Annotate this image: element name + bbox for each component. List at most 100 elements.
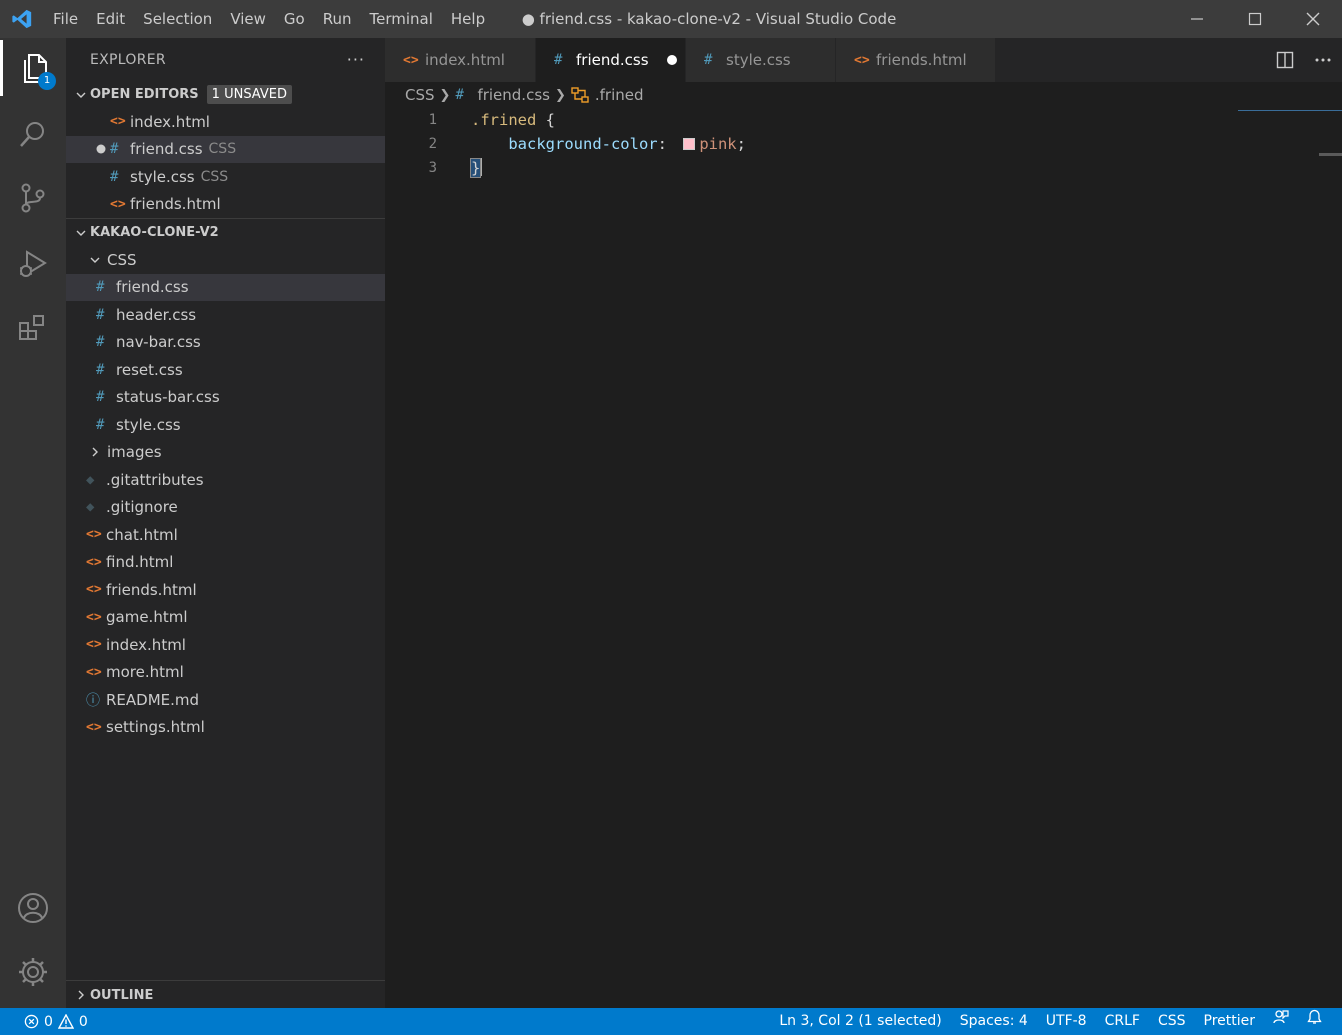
activity-accounts[interactable] bbox=[0, 880, 66, 936]
open-editor-item[interactable]: # style.css CSS bbox=[66, 163, 385, 191]
menu-go[interactable]: Go bbox=[275, 0, 314, 38]
problems-indicator[interactable]: 0 0 bbox=[0, 1014, 88, 1030]
folder-css[interactable]: CSS bbox=[66, 246, 385, 274]
window-controls bbox=[1168, 0, 1342, 38]
css-file-icon: # bbox=[96, 279, 105, 296]
open-editor-item[interactable]: <> friends.html bbox=[66, 191, 385, 219]
activity-manage[interactable] bbox=[0, 944, 66, 1000]
error-icon bbox=[24, 1014, 39, 1029]
menu-view[interactable]: View bbox=[221, 0, 275, 38]
unsaved-dot-icon[interactable] bbox=[92, 144, 110, 154]
more-actions-button[interactable] bbox=[1304, 38, 1342, 82]
activity-run-debug[interactable] bbox=[0, 236, 66, 292]
breadcrumb-folder[interactable]: CSS bbox=[405, 86, 435, 104]
formatter[interactable]: Prettier bbox=[1195, 1008, 1265, 1035]
outline-label: OUTLINE bbox=[90, 987, 154, 1003]
tree-file[interactable]: ◆ .gitattributes bbox=[66, 466, 385, 494]
git-file-icon: ◆ bbox=[86, 499, 95, 516]
minimize-icon bbox=[1191, 18, 1203, 20]
tree-file-active[interactable]: # friend.css bbox=[66, 273, 385, 301]
color-swatch[interactable] bbox=[683, 138, 696, 150]
activity-search[interactable] bbox=[0, 106, 66, 162]
code-lines[interactable]: .frined { background-color: pink; } bbox=[469, 108, 746, 180]
tree-file[interactable]: <> chat.html bbox=[66, 521, 385, 549]
language-mode[interactable]: CSS bbox=[1149, 1008, 1195, 1035]
html-file-icon: <> bbox=[110, 196, 126, 212]
line-number: 3 bbox=[428, 160, 437, 176]
title-bar: File Edit Selection View Go Run Terminal… bbox=[0, 0, 1342, 38]
tree-file[interactable]: <> friends.html bbox=[66, 576, 385, 604]
outline-header[interactable]: OUTLINE bbox=[66, 981, 385, 1009]
encoding[interactable]: UTF-8 bbox=[1037, 1008, 1096, 1035]
file-name: .gitattributes bbox=[106, 470, 204, 489]
open-editor-item-active[interactable]: # friend.css CSS bbox=[66, 135, 385, 163]
vertical-scrollbar[interactable] bbox=[1319, 153, 1342, 156]
activity-source-control[interactable] bbox=[0, 170, 66, 226]
activity-extensions[interactable] bbox=[0, 300, 66, 356]
notifications-button[interactable] bbox=[1298, 1008, 1342, 1035]
line-number: 1 bbox=[428, 112, 437, 128]
chevron-right-icon bbox=[86, 446, 104, 458]
tree-file[interactable]: # style.css bbox=[66, 411, 385, 439]
warning-count: 0 bbox=[78, 1013, 88, 1030]
open-editor-item[interactable]: <> index.html bbox=[66, 108, 385, 136]
tree-file[interactable]: # status-bar.css bbox=[66, 384, 385, 412]
tab-friend-css[interactable]: # friend.css bbox=[536, 38, 686, 82]
tree-file[interactable]: # reset.css bbox=[66, 356, 385, 384]
tree-file[interactable]: # nav-bar.css bbox=[66, 329, 385, 357]
explorer-more-actions-icon[interactable]: ··· bbox=[347, 50, 365, 69]
tree-file[interactable]: ◆ .gitignore bbox=[66, 494, 385, 522]
project-header[interactable]: KAKAO-CLONE-V2 bbox=[66, 219, 385, 246]
file-name: friends.html bbox=[106, 580, 197, 599]
menu-file[interactable]: File bbox=[44, 0, 87, 38]
file-name: nav-bar.css bbox=[116, 333, 201, 352]
minimize-button[interactable] bbox=[1168, 0, 1226, 38]
unsaved-dot-icon[interactable] bbox=[666, 55, 677, 65]
html-file-icon: <> bbox=[86, 609, 102, 625]
css-file-icon: # bbox=[96, 306, 105, 323]
project-label: KAKAO-CLONE-V2 bbox=[90, 225, 219, 240]
folder-images[interactable]: images bbox=[66, 439, 385, 467]
tree-file[interactable]: <> more.html bbox=[66, 659, 385, 687]
breadcrumb-file[interactable]: friend.css bbox=[477, 86, 550, 104]
tree-file[interactable]: ⓘ README.md bbox=[66, 686, 385, 714]
css-file-icon: # bbox=[704, 52, 713, 68]
tree-file[interactable]: <> game.html bbox=[66, 604, 385, 632]
unsaved-badge: 1 UNSAVED bbox=[206, 85, 292, 104]
breadcrumb-symbol[interactable]: .frined bbox=[595, 86, 644, 104]
split-editor-button[interactable] bbox=[1266, 38, 1304, 82]
html-file-icon: <> bbox=[86, 527, 102, 543]
explorer-title: EXPLORER bbox=[90, 51, 166, 68]
indentation[interactable]: Spaces: 4 bbox=[951, 1008, 1037, 1035]
menu-edit[interactable]: Edit bbox=[87, 0, 134, 38]
tab-index-html[interactable]: <> index.html bbox=[385, 38, 536, 82]
tree-file[interactable]: <> find.html bbox=[66, 549, 385, 577]
tree-file[interactable]: # header.css bbox=[66, 301, 385, 329]
menu-selection[interactable]: Selection bbox=[134, 0, 221, 38]
menu-terminal[interactable]: Terminal bbox=[361, 0, 442, 38]
explorer-badge: 1 bbox=[38, 72, 56, 90]
menu-run[interactable]: Run bbox=[314, 0, 361, 38]
menu-help[interactable]: Help bbox=[442, 0, 494, 38]
tab-friends-html[interactable]: <> friends.html bbox=[836, 38, 996, 82]
code-editor[interactable]: 1 2 3 .frined { background-color: pink; … bbox=[385, 108, 1342, 1008]
css-file-icon: # bbox=[110, 141, 119, 158]
cursor-position[interactable]: Ln 3, Col 2 (1 selected) bbox=[770, 1008, 950, 1035]
code-line[interactable]: } bbox=[469, 156, 746, 180]
maximize-button[interactable] bbox=[1226, 0, 1284, 38]
open-brace: { bbox=[536, 111, 555, 129]
tree-file[interactable]: <> settings.html bbox=[66, 714, 385, 742]
file-name: index.html bbox=[106, 635, 186, 654]
open-editors-header[interactable]: OPEN EDITORS 1 UNSAVED bbox=[66, 81, 385, 108]
minimap[interactable] bbox=[1238, 110, 1342, 111]
code-line[interactable]: background-color: pink; bbox=[471, 132, 746, 156]
tab-style-css[interactable]: # style.css bbox=[686, 38, 836, 82]
feedback-button[interactable] bbox=[1264, 1008, 1298, 1035]
tree-file[interactable]: <> index.html bbox=[66, 631, 385, 659]
code-line[interactable]: .frined { bbox=[471, 108, 746, 132]
end-of-line[interactable]: CRLF bbox=[1096, 1008, 1149, 1035]
activity-explorer[interactable]: 1 bbox=[0, 40, 66, 96]
open-editor-name: friends.html bbox=[130, 195, 221, 214]
file-name: game.html bbox=[106, 608, 188, 627]
close-window-button[interactable] bbox=[1284, 0, 1342, 38]
